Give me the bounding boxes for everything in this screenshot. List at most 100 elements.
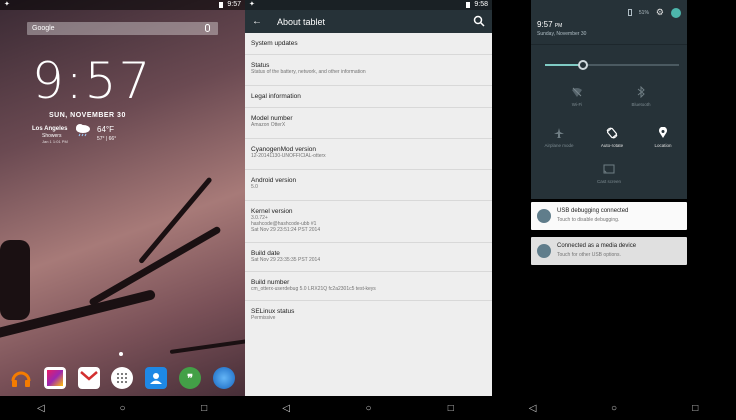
home-screen: ✦ 9:57 Google 9:57 SUN, NOVEMBER 30 Los … [0,0,245,420]
home-icon[interactable]: ○ [112,403,132,414]
android-debug-icon [537,209,551,223]
settings-item-android-version[interactable]: Android version 5.0 [245,170,492,201]
weather-updated: Jan 1 1:01 PM [42,139,68,144]
tile-label: Auto-rotate [600,143,624,148]
nav-bar: ◁ ○ □ [492,396,736,420]
settings-list: System updates Status Status of the batt… [245,33,492,332]
status-bar: ✦ 9:58 [245,0,492,10]
mic-icon[interactable] [205,24,210,32]
page-title: About tablet [277,16,326,27]
google-search-bar[interactable]: Google [27,22,218,35]
headphones-icon[interactable] [10,367,32,389]
tile-label: Bluetooth [631,102,651,107]
wallpaper-branch [0,240,30,320]
tile-label: Wi-Fi [571,102,583,107]
shade-ampm: PM [554,23,563,29]
notification-shade: 51% ⚙ 9:57 PM Sunday, November 30 Wi-Fi [492,0,736,420]
settings-item-kernel: Kernel version 3.0.72+ hashcode@hashcode… [245,201,492,243]
hangouts-icon[interactable]: ❞ [179,367,202,389]
settings-item-selinux: SELinux status Permissive [245,301,492,332]
bluetooth-icon [637,86,645,98]
recents-icon[interactable]: □ [194,403,214,414]
weather-hilo: 57° | 66° [97,136,117,142]
date-widget: SUN, NOVEMBER 30 [49,112,126,119]
contacts-icon[interactable] [145,367,168,389]
settings-item-title: Legal information [251,93,301,100]
weather-temp: 64°F [97,125,114,134]
about-tablet-screen: ✦ 9:58 ← About tablet System updates Sta… [245,0,492,420]
recents-icon[interactable]: □ [685,403,705,414]
settings-item-legal[interactable]: Legal information [245,86,492,108]
back-icon[interactable]: ◁ [31,403,51,414]
settings-item-title: Build number [251,279,290,286]
search-label: Google [32,25,55,32]
clock-widget[interactable]: 9:57 [32,52,150,110]
tile-cast-screen[interactable]: Cast screen [579,163,639,184]
nav-bar: ◁ ○ □ [0,396,245,420]
android-debug-icon: ✦ [4,1,10,8]
quick-settings-panel: 51% ⚙ 9:57 PM Sunday, November 30 Wi-Fi [531,0,687,199]
settings-item-build-number[interactable]: Build number cm_otterx-userdebug 5.0 LRX… [245,272,492,301]
home-icon[interactable]: ○ [604,403,624,414]
notification-text: Touch for other USB options. [557,252,621,258]
back-icon[interactable]: ◁ [276,403,296,414]
battery-icon [466,2,471,8]
dock: ❞ [0,361,245,395]
notification-usb-debugging[interactable]: USB debugging connected Touch to disable… [531,202,687,230]
settings-item-summary: cm_otterx-userdebug 5.0 LRX21Q fc2a2301c… [251,286,376,292]
tile-airplane[interactable]: Airplane mode [529,127,589,148]
weather-widget[interactable]: Los Angeles Showers Jan 1 1:01 PM 64°F 5… [32,123,122,149]
recents-icon[interactable]: □ [441,403,461,414]
screenshot-triptych: ✦ 9:57 Google 9:57 SUN, NOVEMBER 30 Los … [0,0,736,420]
rotate-icon [606,127,618,139]
rain-cloud-icon [76,124,90,137]
settings-item-title: CyanogenMod version [251,146,317,153]
divider [531,44,687,45]
search-icon[interactable] [473,15,485,27]
back-icon[interactable]: ◁ [523,403,543,414]
tile-bluetooth[interactable]: Bluetooth [611,86,671,107]
battery-icon [627,9,632,16]
android-debug-icon: ✦ [249,1,255,8]
settings-item-summary: 5.0 [251,184,258,190]
settings-item-title: SELinux status [251,308,295,315]
gear-icon[interactable]: ⚙ [656,7,664,18]
settings-item-build-date: Build date Sat Nov 29 23:35:35 PST 2014 [245,243,492,272]
notification-title: USB debugging connected [557,208,629,214]
gmail-icon[interactable] [77,367,100,389]
shade-clock: 9:57 PM [537,20,562,29]
tile-wifi[interactable]: Wi-Fi [547,86,607,107]
brightness-thumb[interactable] [577,60,588,70]
tile-label: Airplane mode [544,143,574,148]
settings-item-model: Model number Amazon OtterX [245,108,492,139]
brightness-slider[interactable] [545,60,679,70]
settings-item-status[interactable]: Status Status of the battery, network, a… [245,55,492,86]
tile-location[interactable]: Location [633,127,693,148]
settings-item-title: Kernel version [251,208,293,215]
settings-item-summary: Sat Nov 29 23:51:24 PST 2014 [251,227,321,233]
gallery-icon[interactable] [43,367,66,389]
tile-label: Location [654,143,672,148]
settings-item-summary: Permissive [251,315,276,321]
settings-item-summary: Sat Nov 29 23:35:35 PST 2014 [251,257,321,263]
settings-item-title: Model number [251,115,293,122]
cast-icon [603,164,615,174]
user-avatar-icon[interactable] [671,7,681,18]
wallpaper-branch [169,338,245,354]
home-icon[interactable]: ○ [358,403,378,414]
notification-media-device[interactable]: Connected as a media device Touch for ot… [531,237,687,265]
status-bar: ✦ 9:57 [0,0,245,10]
back-arrow-icon[interactable]: ← [245,16,269,27]
shade-time: 9:57 [537,20,553,29]
nav-bar: ◁ ○ □ [245,396,492,420]
settings-item-title: Status [251,62,270,69]
shade-date[interactable]: Sunday, November 30 [537,31,586,37]
notification-title: Connected as a media device [557,243,637,249]
settings-item-summary: Status of the battery, network, and othe… [251,69,366,75]
settings-item-cm-version[interactable]: CyanogenMod version 12-20141130-UNOFFICI… [245,139,492,170]
app-drawer-icon[interactable] [111,367,134,389]
usb-icon [537,244,551,258]
browser-icon[interactable] [212,367,235,389]
wifi-off-icon [572,87,582,97]
settings-item-system-updates[interactable]: System updates [245,33,492,55]
